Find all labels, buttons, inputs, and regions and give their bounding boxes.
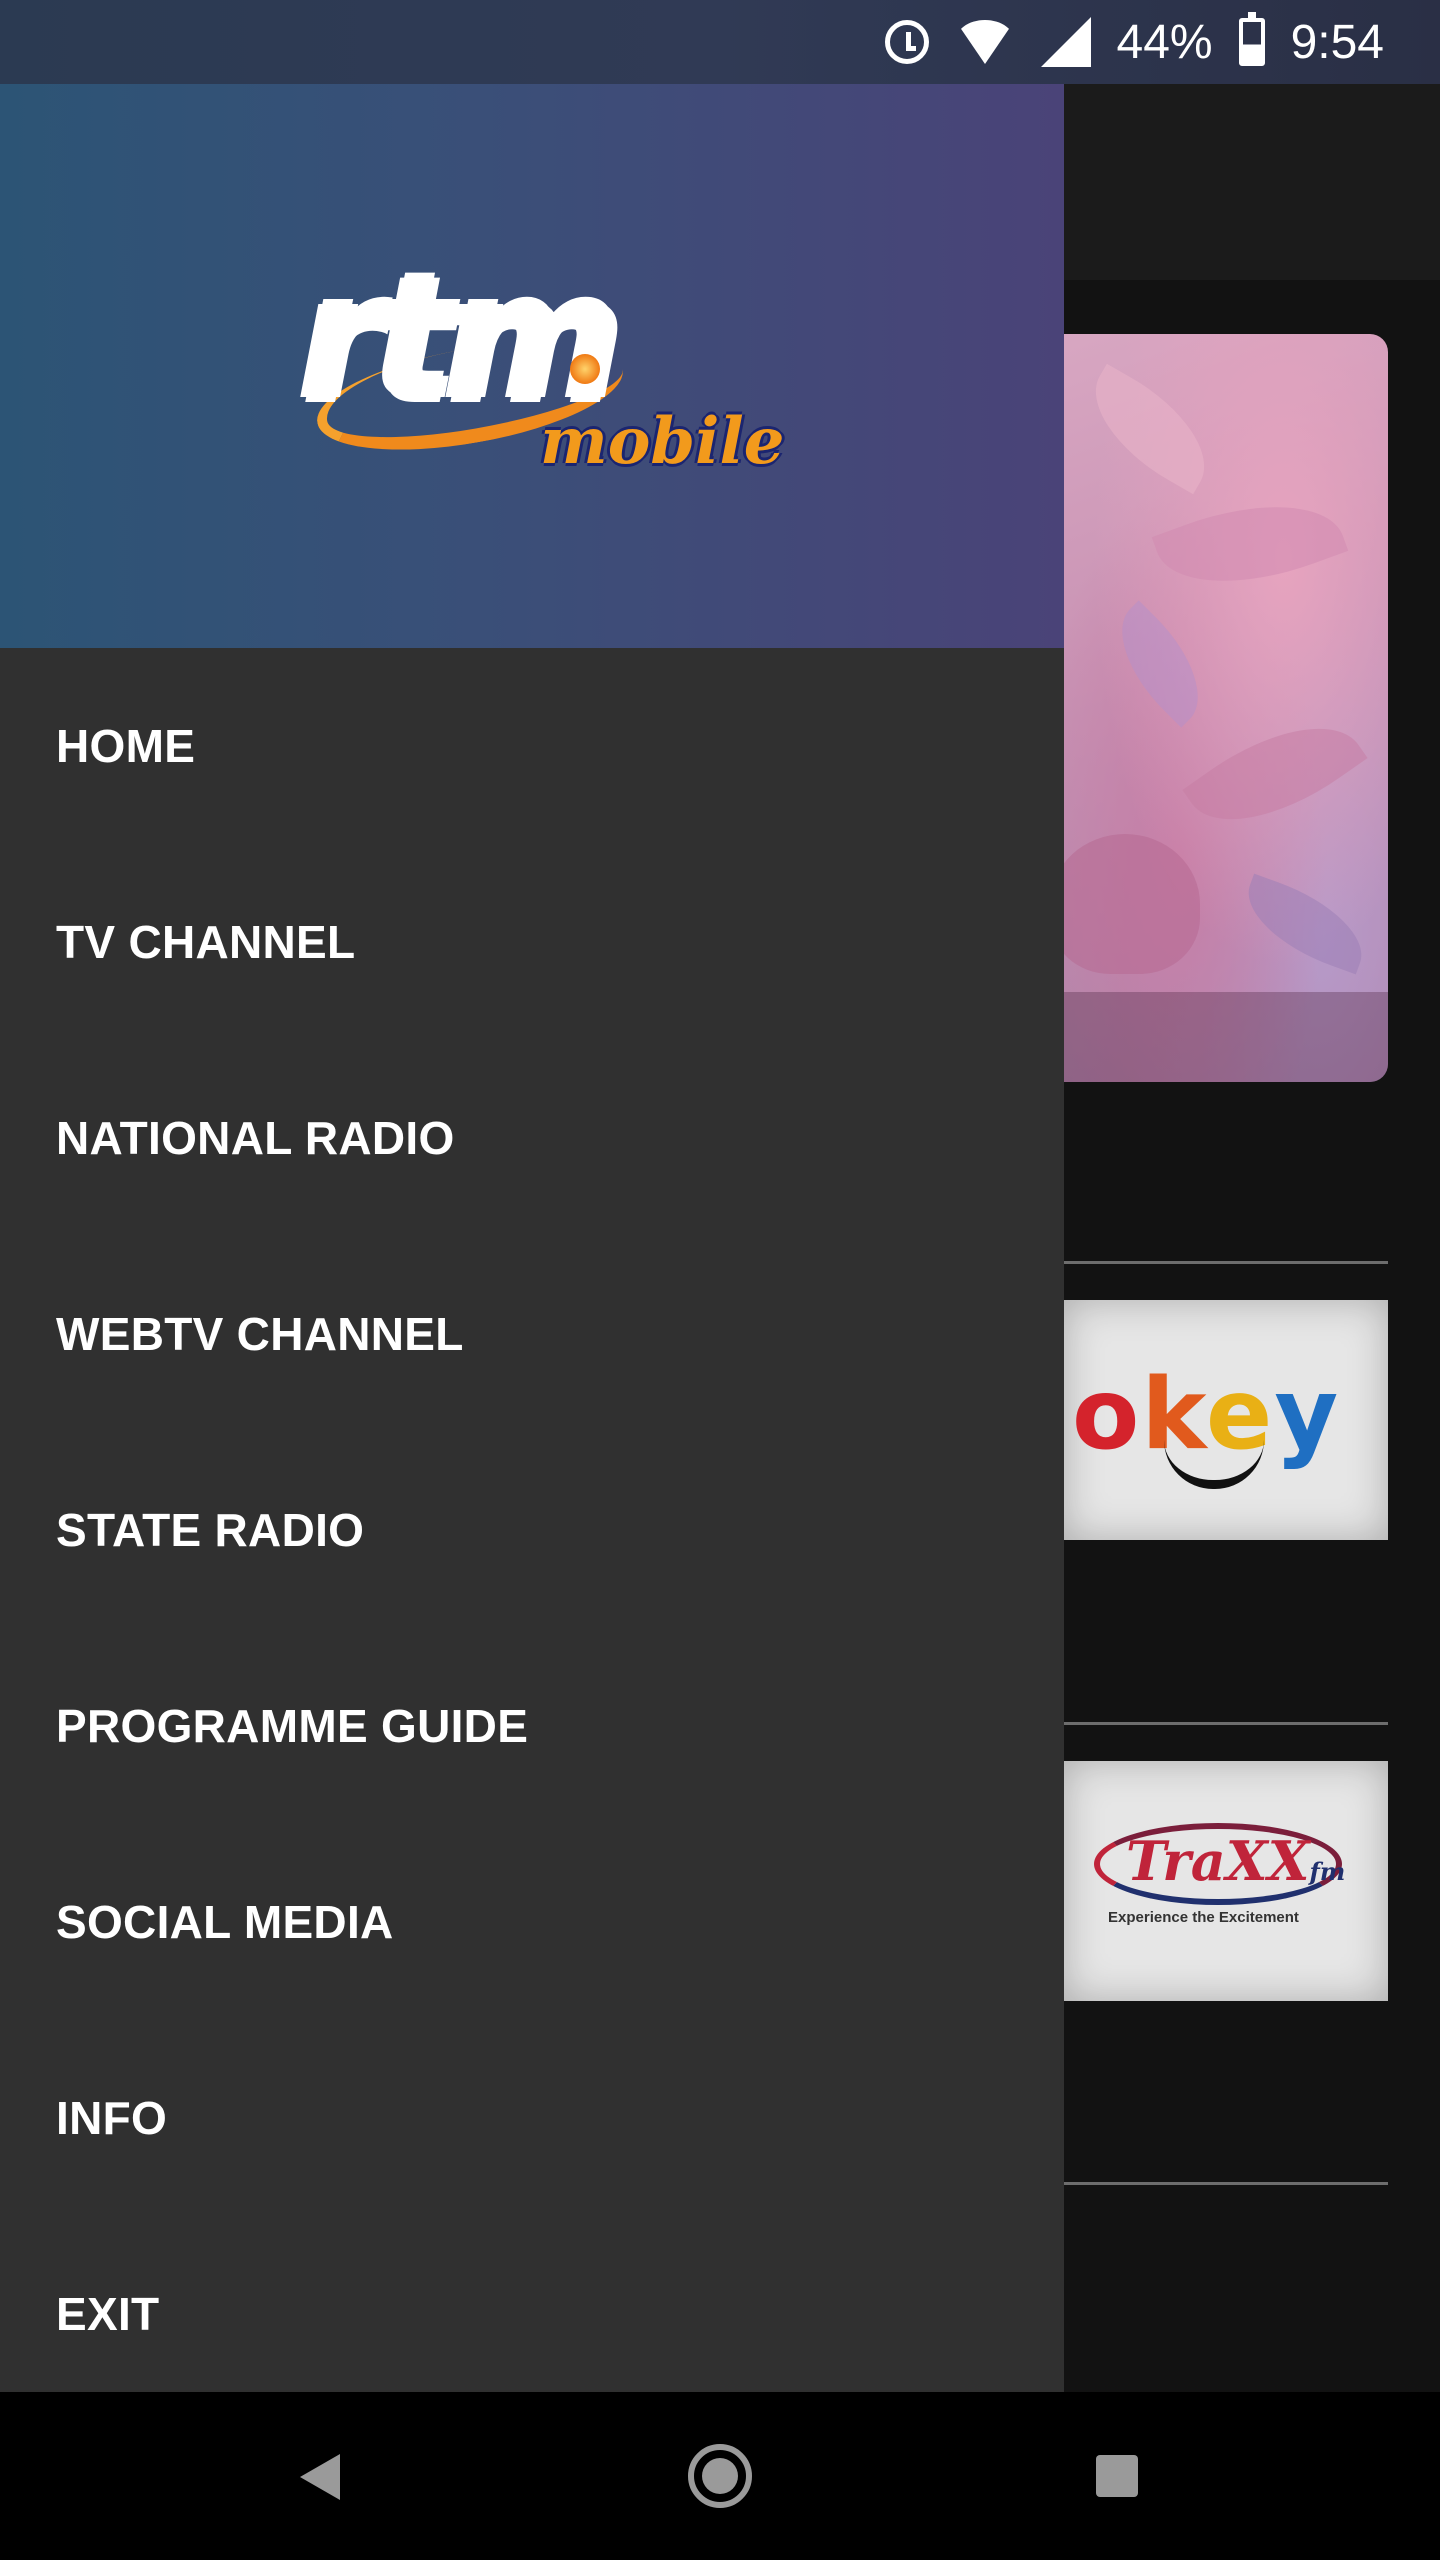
menu-item-webtv-channel[interactable]: WEBTV CHANNEL bbox=[0, 1236, 1064, 1432]
logo-dot bbox=[570, 354, 600, 384]
battery-icon bbox=[1238, 12, 1265, 66]
menu-item-programme-guide[interactable]: PROGRAMME GUIDE bbox=[0, 1628, 1064, 1824]
home-icon[interactable] bbox=[688, 2444, 752, 2508]
menu-item-social-media[interactable]: SOCIAL MEDIA bbox=[0, 1824, 1064, 2020]
divider bbox=[1064, 1261, 1388, 1264]
menu-item-exit[interactable]: EXIT bbox=[0, 2216, 1064, 2392]
menu-item-state-radio[interactable]: STATE RADIO bbox=[0, 1432, 1064, 1628]
featured-banner[interactable] bbox=[1040, 334, 1388, 1082]
wifi-icon bbox=[954, 20, 1015, 64]
banner-caption-strip bbox=[1040, 992, 1388, 1082]
menu-item-info[interactable]: INFO bbox=[0, 2020, 1064, 2216]
alarm-icon bbox=[884, 20, 929, 64]
status-bar: 44% 9:54 bbox=[0, 0, 1440, 84]
system-nav-bar bbox=[0, 2392, 1440, 2560]
recents-icon[interactable] bbox=[1096, 2455, 1138, 2497]
navigation-drawer: rtm mobile HOME TV CHANNEL NATIONAL RADI… bbox=[0, 84, 1064, 2392]
rtm-mobile-logo: rtm mobile bbox=[290, 240, 785, 484]
logo-mobile-text: mobile bbox=[540, 404, 785, 479]
battery-percent: 44% bbox=[1116, 15, 1213, 69]
channel-thumbnail-okey[interactable]: okey bbox=[1064, 1300, 1388, 1540]
divider bbox=[1064, 2182, 1388, 2185]
menu-item-tv-channel[interactable]: TV CHANNEL bbox=[0, 844, 1064, 1040]
signal-icon bbox=[1040, 17, 1091, 67]
menu-item-home[interactable]: HOME bbox=[0, 648, 1064, 844]
traxx-logo: TraXXfm bbox=[1126, 1829, 1346, 1893]
logo-rtm-text: rtm bbox=[300, 240, 622, 438]
okey-smile-graphic bbox=[1164, 1440, 1264, 1489]
clock: 9:54 bbox=[1290, 15, 1384, 69]
drawer-header: rtm mobile bbox=[0, 84, 1064, 648]
menu-item-national-radio[interactable]: NATIONAL RADIO bbox=[0, 1040, 1064, 1236]
traxx-tagline: Experience the Excitement bbox=[1108, 1909, 1299, 1926]
back-icon[interactable] bbox=[300, 2454, 340, 2500]
divider bbox=[1064, 1722, 1388, 1725]
channel-thumbnail-traxx[interactable]: TraXXfm Experience the Excitement bbox=[1064, 1761, 1388, 2001]
drawer-menu: HOME TV CHANNEL NATIONAL RADIO WEBTV CHA… bbox=[0, 648, 1064, 2392]
